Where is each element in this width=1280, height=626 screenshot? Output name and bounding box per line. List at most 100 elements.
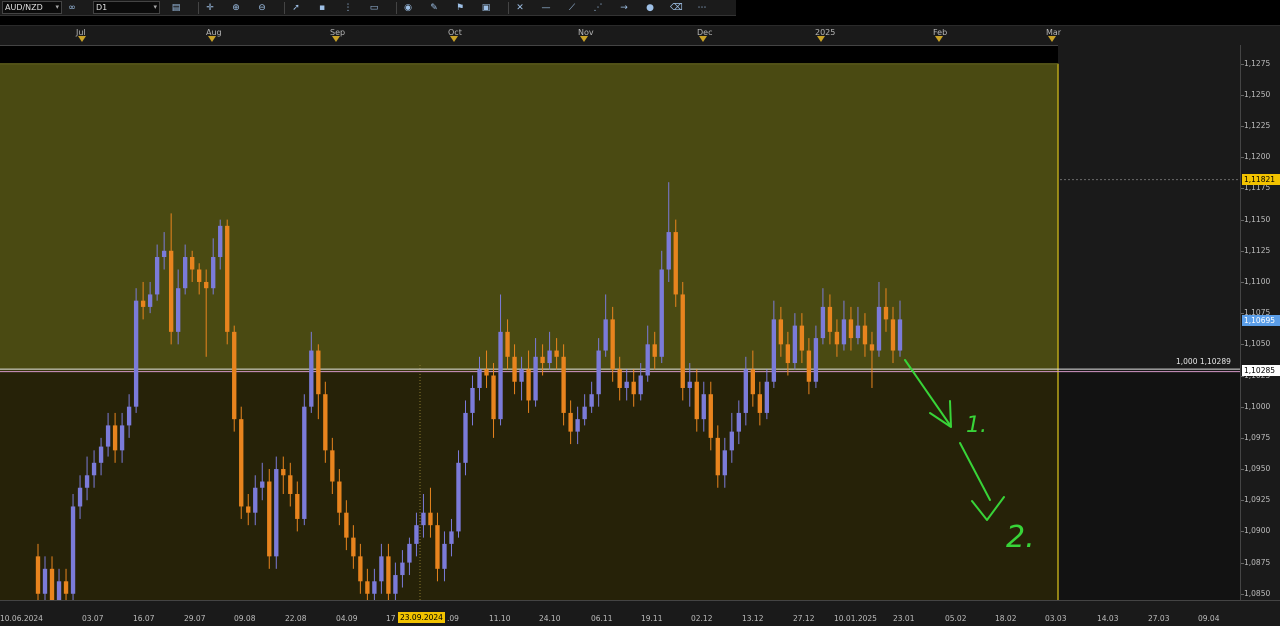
candle-body	[519, 369, 524, 382]
arrow-icon[interactable]: →	[618, 2, 630, 14]
candle-body	[841, 319, 847, 345]
candle-body	[827, 306, 833, 332]
candle-body	[105, 425, 111, 447]
month-marker-icon[interactable]	[935, 36, 943, 42]
candle-body	[218, 225, 223, 258]
month-marker-icon[interactable]	[78, 36, 86, 42]
candle-body	[505, 331, 510, 357]
zoom-in-icon[interactable]: ⊕	[230, 2, 242, 14]
candle-body	[337, 481, 342, 513]
candle-body	[456, 462, 461, 532]
zoom-out-icon[interactable]: ⊖	[256, 2, 268, 14]
candle-body	[484, 369, 489, 376]
candle-body	[112, 425, 118, 451]
date-label: 02.12	[691, 614, 713, 623]
more-icon[interactable]: ⋯	[696, 2, 708, 14]
date-label: 03.03	[1045, 614, 1067, 623]
candle-body	[526, 369, 531, 401]
timeframe-selector[interactable]: D1 ▾	[93, 1, 160, 14]
month-marker-icon[interactable]	[1048, 36, 1056, 42]
candle-body	[295, 493, 300, 519]
date-label: 13.12	[742, 614, 764, 623]
price-label: 1,0950	[1244, 464, 1271, 474]
candle-body	[715, 437, 720, 476]
date-label: 24.10	[539, 614, 561, 623]
image-icon[interactable]: ▣	[480, 2, 492, 14]
candle-body	[575, 419, 580, 432]
price-label: 1,1200	[1244, 152, 1271, 162]
circle-icon[interactable]: ●	[644, 2, 656, 14]
date-label: 18.02	[995, 614, 1017, 623]
horizontal-line-icon[interactable]: —	[540, 2, 552, 14]
link-icon[interactable]: ∞	[66, 2, 78, 14]
flag-icon[interactable]: ⚑	[454, 2, 466, 14]
pencil-icon[interactable]: ✎	[428, 2, 440, 14]
fib-level-label: 1,000 1,10289	[1176, 357, 1231, 366]
crosshair-icon[interactable]: ✛	[204, 2, 216, 14]
candle-body	[379, 556, 384, 582]
candle-body	[119, 425, 125, 451]
candle-body	[414, 525, 419, 544]
candle-body	[267, 481, 272, 557]
candle-body	[225, 225, 230, 332]
candle-body	[365, 581, 370, 594]
candle-body	[232, 331, 237, 420]
month-marker-icon[interactable]	[699, 36, 707, 42]
camera-icon[interactable]: ◉	[402, 2, 414, 14]
date-cursor-label: 23.09.2024	[398, 612, 445, 623]
chevron-down-icon: ▾	[153, 3, 157, 11]
cursor-icon[interactable]: ➚	[290, 2, 302, 14]
current-price-badge: 1,10695	[1242, 314, 1280, 326]
month-marker-icon[interactable]	[332, 36, 340, 42]
toolbar-separator	[396, 2, 397, 14]
candle-body	[848, 319, 854, 339]
candle-body	[561, 356, 566, 413]
candle-body	[834, 331, 840, 345]
candle-body	[421, 512, 426, 526]
annotation-label-1: 1.	[966, 413, 987, 438]
month-marker-icon[interactable]	[450, 36, 458, 42]
price-axis[interactable]: 1,1275 1,1250 1,1225 1,1200 1,1175 1,1150 1,11…	[1240, 45, 1280, 600]
month-marker-icon[interactable]	[208, 36, 216, 42]
candle-body	[883, 306, 889, 320]
price-label: 1,0875	[1244, 557, 1271, 567]
candle-body	[154, 257, 160, 295]
candle-body	[680, 294, 685, 388]
date-label: 10.06.2024	[0, 614, 43, 623]
candle-body	[35, 556, 41, 594]
text-icon[interactable]: ▭	[368, 2, 380, 14]
fib-price-badge: 1,10285	[1242, 365, 1280, 377]
point-icon[interactable]: ▪	[316, 2, 328, 14]
vertical-line-icon[interactable]: ⋮	[342, 2, 354, 14]
candle-body	[750, 369, 756, 395]
cross-icon[interactable]: ✕	[514, 2, 526, 14]
candle-body	[596, 350, 601, 395]
date-axis[interactable]: 10.06.2024 03.07 16.07 29.07 09.08 22.08 04.09…	[0, 600, 1280, 626]
candle-body	[253, 487, 258, 513]
candle-body	[757, 394, 763, 413]
candle-body	[582, 406, 587, 420]
date-label: 16.07	[133, 614, 155, 623]
price-chart[interactable]: 1. 2.	[0, 45, 1280, 607]
symbol-selector[interactable]: AUD/NZD ▾	[2, 1, 62, 14]
month-marker-icon[interactable]	[817, 36, 825, 42]
chart-type-icon[interactable]: ▤	[170, 2, 182, 14]
price-label: 1,0925	[1244, 495, 1271, 505]
channel-icon[interactable]: ⋰	[592, 2, 604, 14]
candle-body	[372, 581, 377, 594]
candle-body	[855, 325, 861, 339]
candle-body	[407, 543, 412, 563]
candle-body	[785, 344, 791, 364]
candle-body	[638, 375, 643, 395]
toolbar-separator	[198, 2, 199, 14]
eraser-icon[interactable]: ⌫	[670, 2, 683, 14]
candle-body	[792, 325, 798, 364]
price-label: 1,1225	[1244, 121, 1271, 131]
candle-body	[323, 394, 328, 451]
month-marker-icon[interactable]	[580, 36, 588, 42]
candle-body	[63, 581, 69, 594]
trend-line-icon[interactable]: ⟋	[566, 2, 578, 14]
month-axis: Jul Aug Sep Oct Nov Dec 2025 Feb Mar	[0, 25, 1280, 46]
candle-body	[197, 269, 202, 282]
toolbar: AUD/NZD ▾ ∞ D1 ▾ ▤ ✛ ⊕ ⊖ ➚ ▪ ⋮ ▭ ◉ ✎ ⚑ ▣ ✕ — ⟋ ⋰ → ● ⌫ ⋯	[0, 0, 736, 16]
